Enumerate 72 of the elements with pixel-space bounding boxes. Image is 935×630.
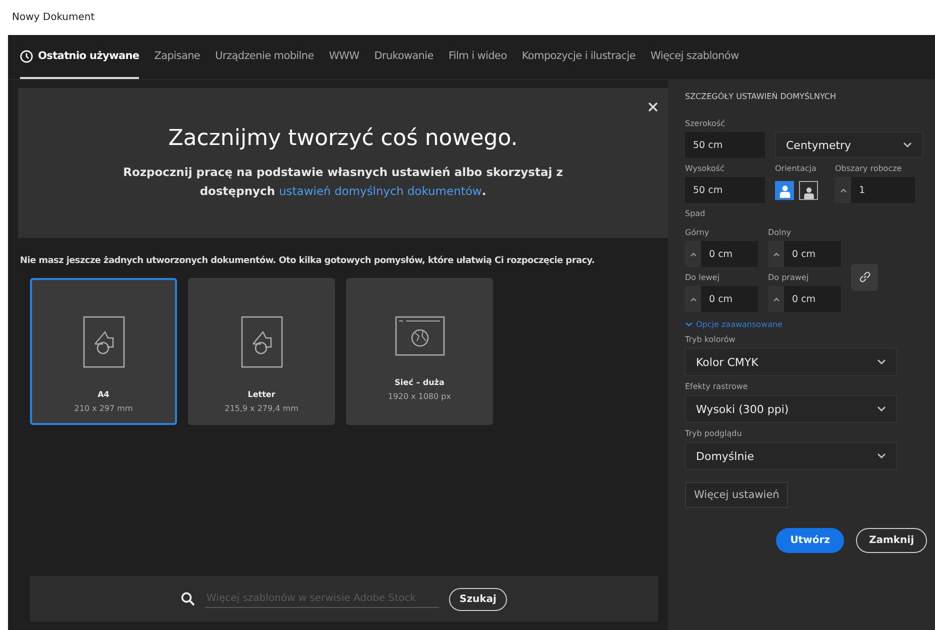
preset-size: 1920 x 1080 px (388, 392, 451, 401)
link-button[interactable] (851, 264, 878, 290)
landscape-button[interactable] (799, 180, 818, 200)
preset-size: 215,9 x 279,4 mm (224, 404, 298, 413)
dropdown[interactable]: Domyślnie (685, 442, 897, 470)
chevron-up-icon (690, 296, 696, 302)
chevron-up-icon (690, 252, 696, 256)
field-label: Orientacja (775, 164, 818, 173)
tab[interactable]: WWW (328, 35, 360, 79)
browser-icon (394, 316, 444, 356)
search-button[interactable]: Szukaj (448, 588, 508, 610)
chevron-down-icon (903, 142, 912, 148)
presets-link[interactable]: ustawień domyślnych dokumentów (279, 184, 482, 198)
close-button[interactable]: Zamknij (856, 528, 927, 553)
document-icon (240, 316, 282, 368)
field-label: Spad (685, 209, 706, 218)
tab[interactable]: Zapisane (154, 35, 200, 79)
height-field[interactable]: 50 cm (685, 177, 765, 203)
tab[interactable]: Drukowanie (374, 35, 434, 79)
tab[interactable]: Urządzenie mobilne (215, 35, 314, 79)
bleed-stepper[interactable]: 0 cm (768, 286, 841, 312)
advanced-options-link[interactable]: Opcje zaawansowane (696, 320, 782, 329)
field-label: Szerokość (685, 119, 726, 128)
chevron-up-icon (772, 252, 780, 256)
section-heading: SZCZEGÓŁY USTAWIEŃ DOMYŚLNYCH (685, 92, 838, 101)
artboards-stepper[interactable]: 1 (835, 177, 915, 203)
tab[interactable]: Ostatnio używane (20, 35, 140, 79)
preset-card[interactable]: A4 210 x 297 mm (30, 278, 177, 425)
person-icon (778, 182, 790, 198)
field-label: Efekty rastrowe (685, 382, 748, 391)
dropdown[interactable]: Kolor CMYK (685, 348, 897, 376)
intro-text: Nie masz jeszcze żadnych utworzonych dokumentów. Oto kilka gotowych pomysłów, które ułatwią Ci rozpoczęcie pracy. (20, 256, 596, 266)
preset-name: A4 (98, 390, 110, 399)
tab[interactable]: Kompozycje i ilustracje (522, 35, 636, 79)
tab[interactable]: Więcej szablonów (650, 35, 739, 79)
window-title: Nowy Dokument (12, 12, 95, 23)
search-icon (180, 592, 195, 606)
bleed-stepper[interactable]: 0 cm (768, 241, 841, 267)
close-icon[interactable] (648, 102, 658, 112)
field-label: Dolny (768, 228, 792, 237)
more-settings-button[interactable]: Więcej ustawień (685, 482, 788, 508)
unit-dropdown[interactable]: Centymetry (775, 132, 923, 158)
dropdown[interactable]: Wysoki (300 ppi) (685, 395, 897, 423)
welcome-heading: Zacznijmy tworzyć coś nowego. (168, 126, 518, 150)
document-icon (82, 316, 124, 368)
tab[interactable]: Film i wideo (448, 35, 507, 79)
chevron-up-icon (840, 188, 846, 192)
field-label: Obszary robocze (835, 164, 902, 173)
preset-size: 210 x 297 mm (74, 404, 133, 413)
chevron-down-icon (877, 359, 886, 365)
preset-name: Sieć – duża (394, 378, 444, 387)
chevron-up-icon (772, 296, 780, 302)
portrait-button[interactable] (775, 180, 794, 200)
bleed-stepper[interactable]: 0 cm (685, 241, 758, 267)
welcome-text: Rozpocznij pracę na podstawie własnych ustawień albo skorzystaj z dostępnych ustawień domyślnych dokumentów. (123, 164, 563, 200)
chevron-down-icon (877, 406, 886, 412)
preset-card[interactable]: Letter 215,9 x 279,4 mm (188, 278, 335, 425)
clock-icon (20, 50, 33, 62)
field-label: Do lewej (685, 273, 720, 282)
preset-card[interactable]: Sieć – duża 1920 x 1080 px (346, 278, 493, 425)
preset-name: Letter (248, 390, 276, 399)
chevron-down-icon (877, 453, 886, 459)
field-label: Tryb kolorów (685, 335, 736, 344)
bleed-stepper[interactable]: 0 cm (685, 286, 758, 312)
field-label: Do prawej (768, 273, 810, 282)
field-label: Wysokość (685, 164, 726, 173)
create-button[interactable]: Utwórz (776, 528, 844, 553)
chevron-down-icon[interactable] (685, 322, 693, 327)
field-label: Górny (685, 228, 710, 237)
link-icon (858, 270, 872, 284)
width-field[interactable]: 50 cm (685, 132, 765, 158)
field-label: Tryb podglądu (685, 429, 742, 438)
